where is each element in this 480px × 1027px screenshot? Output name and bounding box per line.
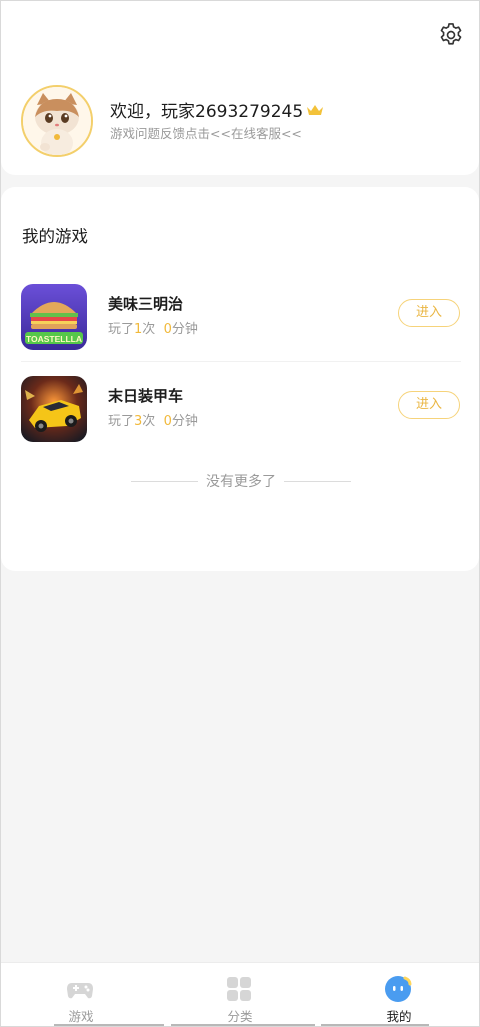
play-minutes: 0: [163, 414, 172, 429]
divider-line: [284, 480, 351, 482]
no-more-text: 没有更多了: [206, 474, 276, 490]
game-row[interactable]: TOASTELLLA 美味三明治 玩了1次 0分钟 进入: [1, 284, 479, 350]
tab-categories[interactable]: 分类: [160, 963, 320, 1026]
played-prefix: 玩了: [108, 322, 135, 337]
icon-label: TOASTELLLA: [26, 334, 82, 344]
minutes-unit: 分钟: [171, 414, 198, 429]
avatar[interactable]: [21, 85, 93, 157]
profile-card: 欢迎，玩家2693279245 游戏问题反馈点击<<在线客服<<: [1, 1, 479, 175]
enter-button[interactable]: 进入: [398, 391, 460, 419]
game-icon-sandwich[interactable]: TOASTELLLA: [21, 284, 87, 350]
welcome-text: 欢迎，玩家2693279245: [110, 97, 324, 122]
game-name: 美味三明治: [108, 295, 184, 313]
race-car-icon: [21, 376, 87, 442]
divider: [21, 361, 461, 362]
tab-label: 我的: [386, 1009, 412, 1024]
bottom-tab-bar: 游戏 分类 我的: [1, 962, 479, 1026]
game-stats: 玩了3次 0分钟: [108, 410, 198, 429]
game-stats: 玩了1次 0分钟: [108, 318, 198, 337]
gear-icon: [440, 23, 462, 45]
play-minutes: 0: [163, 322, 172, 337]
app-screen: 欢迎，玩家2693279245 游戏问题反馈点击<<在线客服<< 我的游戏 TO…: [0, 0, 480, 1027]
tab-label: 游戏: [68, 1009, 94, 1024]
gamepad-icon: [67, 983, 93, 999]
count-unit: 次: [142, 322, 156, 337]
end-of-list: 没有更多了: [131, 471, 351, 491]
grid-icon: [227, 977, 251, 1001]
tab-label: 分类: [227, 1009, 253, 1024]
profile-face-icon: [385, 976, 412, 1002]
my-games-card: 我的游戏 TOASTELLLA 美味三明治 玩了1次 0分钟 进入 末日装甲车 …: [1, 187, 479, 571]
section-title: 我的游戏: [22, 227, 88, 246]
settings-button[interactable]: [437, 21, 465, 49]
feedback-link[interactable]: 游戏问题反馈点击<<在线客服<<: [110, 123, 302, 142]
cat-avatar-icon: [23, 87, 91, 155]
sandwich-icon: TOASTELLLA: [21, 284, 87, 350]
welcome-label: 欢迎，玩家2693279245: [110, 102, 304, 122]
game-icon-armored-car[interactable]: [21, 376, 87, 442]
game-name: 末日装甲车: [108, 387, 184, 405]
game-row[interactable]: 末日装甲车 玩了3次 0分钟 进入: [1, 376, 479, 442]
count-unit: 次: [142, 414, 156, 429]
minutes-unit: 分钟: [171, 322, 198, 337]
divider-line: [131, 480, 198, 482]
played-prefix: 玩了: [108, 414, 135, 429]
crown-icon: [307, 104, 324, 115]
enter-button[interactable]: 进入: [398, 299, 460, 327]
tab-mine[interactable]: 我的: [319, 963, 479, 1026]
tab-games[interactable]: 游戏: [1, 963, 161, 1026]
